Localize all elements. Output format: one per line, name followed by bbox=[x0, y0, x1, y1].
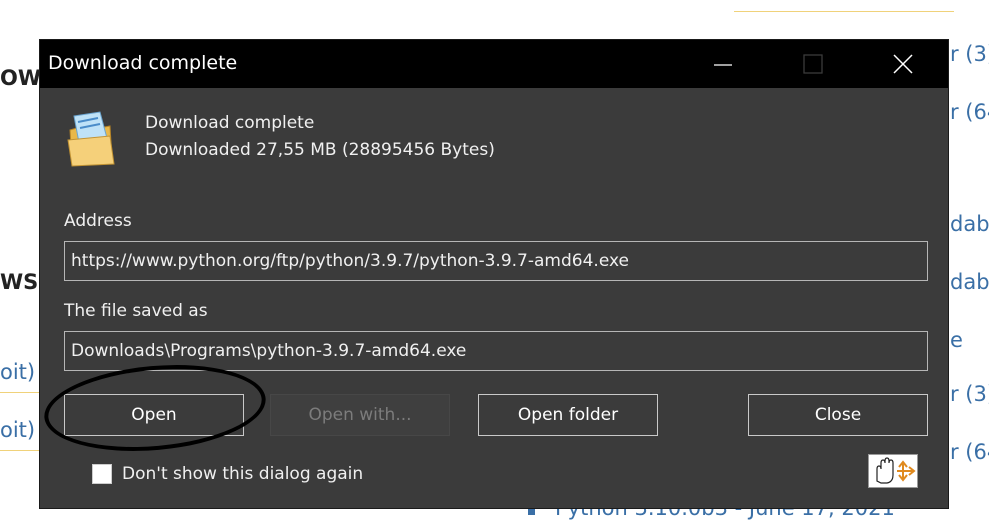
address-field[interactable]: https://www.python.org/ftp/python/3.9.7/… bbox=[64, 241, 928, 281]
close-icon bbox=[893, 54, 913, 74]
background-divider bbox=[0, 450, 40, 451]
dont-show-again-checkbox[interactable] bbox=[92, 464, 112, 484]
background-heading-fragment: WS bbox=[0, 270, 39, 294]
close-window-button[interactable] bbox=[858, 40, 948, 88]
dialog-titlebar[interactable]: Download complete bbox=[40, 40, 948, 88]
background-link-fragment[interactable]: oit) bbox=[0, 360, 35, 384]
download-status-text: Download complete bbox=[145, 113, 315, 133]
maximize-button[interactable] bbox=[768, 40, 858, 88]
background-heading-fragment: OW bbox=[0, 66, 42, 90]
background-divider bbox=[0, 392, 40, 393]
background-text-fragment: e bbox=[950, 328, 963, 352]
saved-path-field[interactable]: Downloads\Programs\python-3.9.7-amd64.ex… bbox=[64, 331, 928, 371]
background-link-fragment[interactable]: r (3) bbox=[950, 42, 989, 66]
list-bullet bbox=[528, 508, 535, 515]
background-link-fragment[interactable]: r (64 bbox=[950, 100, 989, 124]
open-folder-icon bbox=[64, 108, 120, 168]
background-divider bbox=[734, 11, 954, 12]
background-link-fragment[interactable]: r (3) bbox=[950, 382, 989, 406]
background-link-fragment[interactable]: dab bbox=[950, 212, 989, 236]
dialog-title: Download complete bbox=[48, 52, 238, 74]
dont-show-again-label[interactable]: Don't show this dialog again bbox=[122, 464, 363, 484]
close-button[interactable]: Close bbox=[748, 394, 928, 436]
background-link-fragment[interactable]: dab bbox=[950, 270, 989, 294]
background-link-fragment[interactable]: oit) bbox=[0, 418, 35, 442]
minimize-button[interactable] bbox=[678, 40, 768, 88]
download-size-text: Downloaded 27,55 MB (28895456 Bytes) bbox=[145, 140, 495, 160]
minimize-icon bbox=[714, 64, 732, 66]
download-complete-dialog: Download complete Download complete Down… bbox=[40, 40, 948, 508]
background-link-fragment[interactable]: r (64 bbox=[950, 440, 989, 464]
open-folder-button[interactable]: Open folder bbox=[478, 394, 658, 436]
open-with-button[interactable]: Open with... bbox=[270, 394, 450, 436]
saved-as-label: The file saved as bbox=[64, 301, 208, 321]
maximize-icon bbox=[803, 54, 823, 74]
open-button[interactable]: Open bbox=[64, 394, 244, 436]
address-label: Address bbox=[64, 211, 132, 231]
hand-drag-arrows-icon[interactable] bbox=[868, 454, 918, 488]
